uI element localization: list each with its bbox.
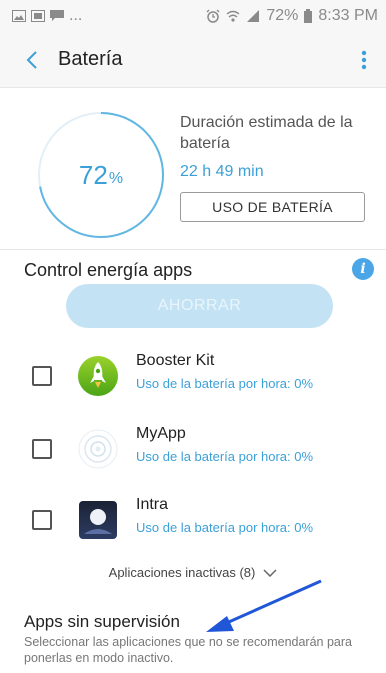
unsupervised-apps-description: Seleccionar las aplicaciones que no se r… bbox=[24, 635, 352, 665]
page-title: Batería bbox=[58, 48, 123, 70]
myapp-icon bbox=[78, 429, 118, 469]
app-usage: Uso de la batería por hora: 0% bbox=[136, 376, 314, 391]
app-bar: Batería bbox=[0, 32, 386, 88]
battery-status-icon bbox=[304, 9, 313, 23]
app-name: Booster Kit bbox=[136, 352, 215, 369]
status-bar: ... 72% 8:33 PM bbox=[0, 0, 386, 32]
app-row-myapp[interactable]: MyApp Uso de la batería por hora: 0% bbox=[0, 417, 386, 477]
back-button[interactable] bbox=[18, 46, 46, 74]
app-checkbox[interactable] bbox=[32, 510, 52, 530]
save-button[interactable]: AHORRAR bbox=[66, 284, 333, 328]
app-name: MyApp bbox=[136, 425, 186, 442]
app-row-intra[interactable]: Intra Uso de la batería por hora: 0% bbox=[0, 488, 386, 548]
intra-icon bbox=[79, 501, 117, 539]
battery-usage-button[interactable]: USO DE BATERÍA bbox=[180, 192, 365, 222]
alarm-icon bbox=[206, 9, 220, 23]
annotation-arrow-icon bbox=[206, 579, 322, 632]
app-name: Intra bbox=[136, 496, 169, 513]
app-usage: Uso de la batería por hora: 0% bbox=[136, 449, 314, 464]
status-notifications: ... bbox=[12, 7, 82, 25]
battery-percent: 72 % bbox=[36, 110, 166, 240]
clock: 8:33 PM bbox=[318, 7, 378, 24]
chevron-left-icon bbox=[26, 50, 37, 69]
battery-percent-symbol: % bbox=[108, 170, 124, 187]
info-icon[interactable]: i bbox=[352, 258, 374, 280]
battery-percent-status: 72% bbox=[266, 7, 299, 24]
app-row-booster-kit[interactable]: Booster Kit Uso de la batería por hora: … bbox=[0, 344, 386, 404]
app-checkbox[interactable] bbox=[32, 366, 52, 386]
status-system: 72% 8:33 PM bbox=[206, 7, 378, 25]
gallery-notification-icon bbox=[12, 10, 26, 22]
image-notification-icon bbox=[31, 10, 45, 22]
unsupervised-apps-title[interactable]: Apps sin supervisión bbox=[24, 612, 180, 632]
booster-kit-icon bbox=[78, 356, 118, 396]
more-vert-icon bbox=[361, 50, 367, 69]
app-checkbox[interactable] bbox=[32, 439, 52, 459]
estimated-duration-value: 22 h 49 min bbox=[180, 163, 264, 180]
power-control-title: Control energía apps bbox=[24, 260, 193, 280]
signal-icon bbox=[247, 10, 260, 22]
message-notification-icon bbox=[50, 10, 64, 21]
wifi-icon bbox=[226, 10, 240, 22]
more-options-button[interactable] bbox=[352, 46, 376, 74]
app-usage: Uso de la batería por hora: 0% bbox=[136, 520, 314, 535]
more-notifications-text: ... bbox=[69, 7, 83, 24]
battery-percent-value: 72 bbox=[78, 159, 108, 190]
battery-summary-card: 72 % Duración estimada de la batería 22 … bbox=[0, 88, 386, 250]
estimated-duration-label: Duración estimada de la batería bbox=[180, 114, 353, 152]
